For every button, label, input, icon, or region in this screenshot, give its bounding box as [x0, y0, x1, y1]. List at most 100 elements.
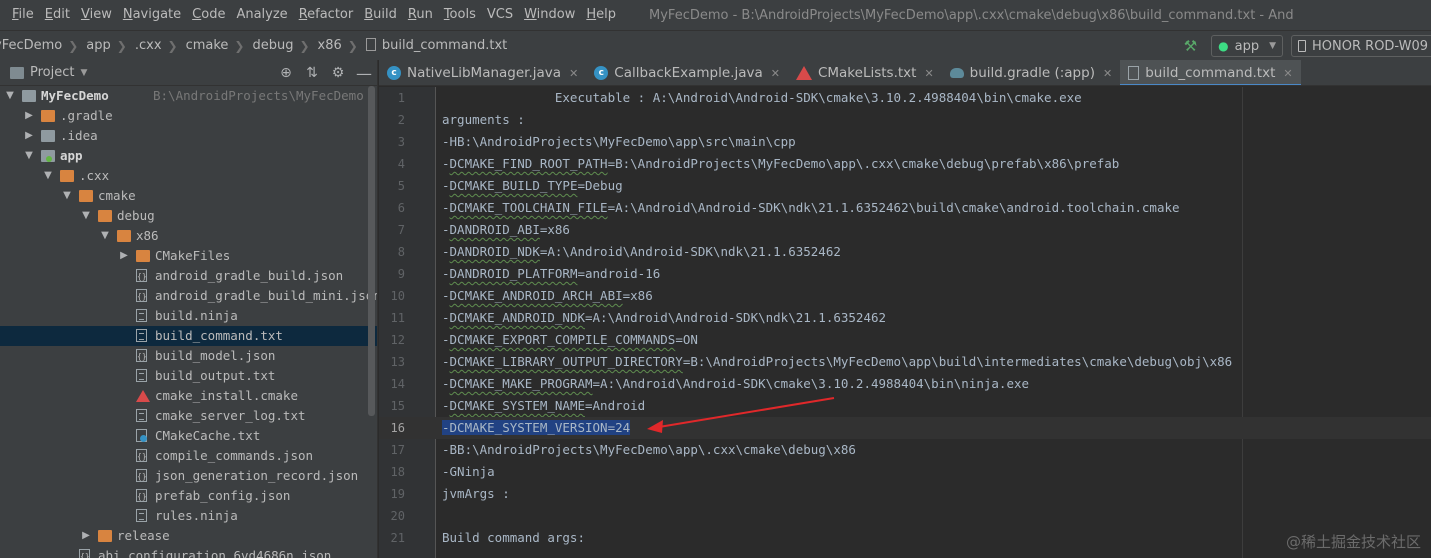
chevron-down-icon[interactable]: ▼ [80, 68, 87, 78]
tree-item[interactable]: build.ninja [0, 306, 377, 326]
code-line[interactable]: 10 -DCMAKE_ANDROID_ARCH_ABI=x86 [379, 285, 1431, 307]
editor-tab[interactable]: c NativeLibManager.java ✕ [379, 60, 586, 85]
expand-arrow-icon[interactable]: ▼ [80, 206, 92, 226]
editor-tab-label: CMakeLists.txt [817, 65, 917, 81]
tree-item[interactable]: cmake_install.cmake [0, 386, 377, 406]
breadcrumb-item[interactable]: .cxx [133, 38, 164, 53]
editor-tab[interactable]: CMakeLists.txt ✕ [788, 60, 942, 85]
menu-item-build[interactable]: Build [358, 0, 402, 30]
tree-item[interactable]: rules.ninja [0, 506, 377, 526]
menu-item-navigate[interactable]: Navigate [117, 0, 186, 30]
collapse-all-icon[interactable]: ⇅ [299, 65, 325, 81]
collapse-arrow-icon[interactable]: ▶ [23, 106, 35, 126]
code-line[interactable]: 16 -DCMAKE_SYSTEM_VERSION=24 [379, 417, 1431, 439]
menu-item-view[interactable]: View [75, 0, 117, 30]
code-line[interactable]: 2 arguments : [379, 109, 1431, 131]
code-line[interactable]: 9 -DANDROID_PLATFORM=android-16 [379, 263, 1431, 285]
code-line[interactable]: 19 jvmArgs : [379, 483, 1431, 505]
code-line[interactable]: 15 -DCMAKE_SYSTEM_NAME=Android [379, 395, 1431, 417]
tree-item[interactable]: ▼ debug [0, 206, 377, 226]
code-line[interactable]: 8 -DANDROID_NDK=A:\Android\Android-SDK\nd… [379, 241, 1431, 263]
tree-item[interactable]: ▼ cmake [0, 186, 377, 206]
minimize-icon[interactable]: — [351, 64, 377, 83]
code-line[interactable]: 11 -DCMAKE_ANDROID_NDK=A:\Android\Android… [379, 307, 1431, 329]
tree-item[interactable]: ▶ .gradle [0, 106, 377, 126]
tree-item[interactable]: ▼ .cxx [0, 166, 377, 186]
collapse-arrow-icon[interactable]: ▶ [118, 246, 130, 266]
device-select[interactable]: HONOR ROD-W09 [1291, 35, 1431, 57]
editor-tab[interactable]: build_command.txt ✕ [1120, 60, 1302, 85]
menu-item-analyze[interactable]: Analyze [230, 0, 292, 30]
close-icon[interactable]: ✕ [569, 67, 578, 80]
code-line[interactable]: 1 Executable : A:\Android\Android-SDK\cm… [379, 87, 1431, 109]
tree-item[interactable]: build_output.txt [0, 366, 377, 386]
editor-tab[interactable]: build.gradle (:app) ✕ [942, 60, 1121, 85]
tree-item[interactable]: ▶ CMakeFiles [0, 246, 377, 266]
collapse-arrow-icon[interactable]: ▶ [23, 126, 35, 146]
code-text: -DCMAKE_ANDROID_NDK=A:\Android\Android-S… [442, 310, 887, 325]
code-editor[interactable]: 1 Executable : A:\Android\Android-SDK\cm… [379, 87, 1431, 558]
tree-item[interactable]: android_gradle_build.json [0, 266, 377, 287]
expand-arrow-icon[interactable]: ▼ [23, 146, 35, 166]
menu-item-run[interactable]: Run [402, 0, 438, 30]
tree-item[interactable]: build_command.txt [0, 326, 377, 346]
code-line[interactable]: 14 -DCMAKE_MAKE_PROGRAM=A:\Android\Androi… [379, 373, 1431, 395]
code-line[interactable]: 21 Build command args: [379, 527, 1431, 549]
code-line[interactable]: 5 -DCMAKE_BUILD_TYPE=Debug [379, 175, 1431, 197]
close-icon[interactable]: ✕ [1103, 67, 1112, 80]
line-number: 4 [397, 157, 405, 171]
breadcrumb-item[interactable]: build_command.txt [364, 38, 509, 53]
code-line[interactable]: 18 -GNinja [379, 461, 1431, 483]
tree-item[interactable]: CMakeCache.txt [0, 426, 377, 446]
code-line[interactable]: 13 -DCMAKE_LIBRARY_OUTPUT_DIRECTORY=B:\An… [379, 351, 1431, 373]
tree-item[interactable]: cmake_server_log.txt [0, 406, 377, 426]
menu-item-refactor[interactable]: Refactor [293, 0, 359, 30]
editor-tab[interactable]: c CallbackExample.java ✕ [586, 60, 788, 85]
project-view-selector[interactable]: Project [30, 65, 74, 80]
code-line[interactable]: 7 -DANDROID_ABI=x86 [379, 219, 1431, 241]
tree-item[interactable]: build_model.json [0, 346, 377, 367]
breadcrumb-item[interactable]: debug [250, 38, 295, 53]
menu-item-file[interactable]: File [0, 0, 39, 30]
code-line[interactable]: 4 -DCMAKE_FIND_ROOT_PATH=B:\AndroidProjec… [379, 153, 1431, 175]
code-line[interactable]: 12 -DCMAKE_EXPORT_COMPILE_COMMANDS=ON [379, 329, 1431, 351]
breadcrumb-item[interactable]: app [84, 38, 112, 53]
code-line[interactable]: 20 [379, 505, 1431, 527]
tree-item[interactable]: ▶ release [0, 526, 377, 546]
expand-arrow-icon[interactable]: ▼ [42, 166, 54, 186]
menu-item-code[interactable]: Code [186, 0, 230, 30]
expand-arrow-icon[interactable]: ▼ [4, 86, 16, 106]
close-icon[interactable]: ✕ [771, 67, 780, 80]
code-line[interactable]: 17 -BB:\AndroidProjects\MyFecDemo\app\.cx… [379, 439, 1431, 461]
collapse-arrow-icon[interactable]: ▶ [80, 526, 92, 546]
tree-item[interactable]: compile_commands.json [0, 446, 377, 467]
module-folder-icon [41, 150, 55, 162]
breadcrumb-item[interactable]: x86 [316, 38, 344, 53]
menu-item-vcs[interactable]: VCS [481, 0, 518, 30]
tree-item[interactable]: abi_configuration_6vd4686n.json [0, 546, 377, 558]
tree-item[interactable]: ▼ x86 [0, 226, 377, 246]
expand-arrow-icon[interactable]: ▼ [61, 186, 73, 206]
tree-item[interactable]: ▼ MyFecDemo B:\AndroidProjects\MyFecDemo [0, 86, 377, 106]
code-line[interactable]: 3 -HB:\AndroidProjects\MyFecDemo\app\src\… [379, 131, 1431, 153]
menu-item-window[interactable]: Window [518, 0, 580, 30]
menu-item-edit[interactable]: Edit [39, 0, 75, 30]
tree-item[interactable]: ▼ app [0, 146, 377, 166]
locate-file-icon[interactable]: ⊕ [273, 65, 299, 81]
breadcrumb-item[interactable]: cmake [184, 38, 231, 53]
tree-item[interactable]: json_generation_record.json [0, 466, 377, 487]
expand-arrow-icon[interactable]: ▼ [99, 226, 111, 246]
menu-item-help[interactable]: Help [580, 0, 621, 30]
project-scrollbar[interactable] [368, 86, 375, 416]
menu-item-tools[interactable]: Tools [438, 0, 481, 30]
tree-item[interactable]: android_gradle_build_mini.json [0, 286, 377, 307]
build-hammer-icon[interactable]: ⚒ [1184, 37, 1197, 55]
breadcrumb-item[interactable]: yFecDemo [0, 38, 64, 53]
run-configuration-select[interactable]: ● app ▼ [1211, 35, 1284, 57]
code-line[interactable]: 6 -DCMAKE_TOOLCHAIN_FILE=A:\Android\Andro… [379, 197, 1431, 219]
gear-icon[interactable]: ⚙ [325, 65, 351, 81]
tree-item[interactable]: ▶ .idea [0, 126, 377, 146]
close-icon[interactable]: ✕ [1283, 67, 1292, 80]
close-icon[interactable]: ✕ [924, 67, 933, 80]
tree-item[interactable]: prefab_config.json [0, 486, 377, 507]
